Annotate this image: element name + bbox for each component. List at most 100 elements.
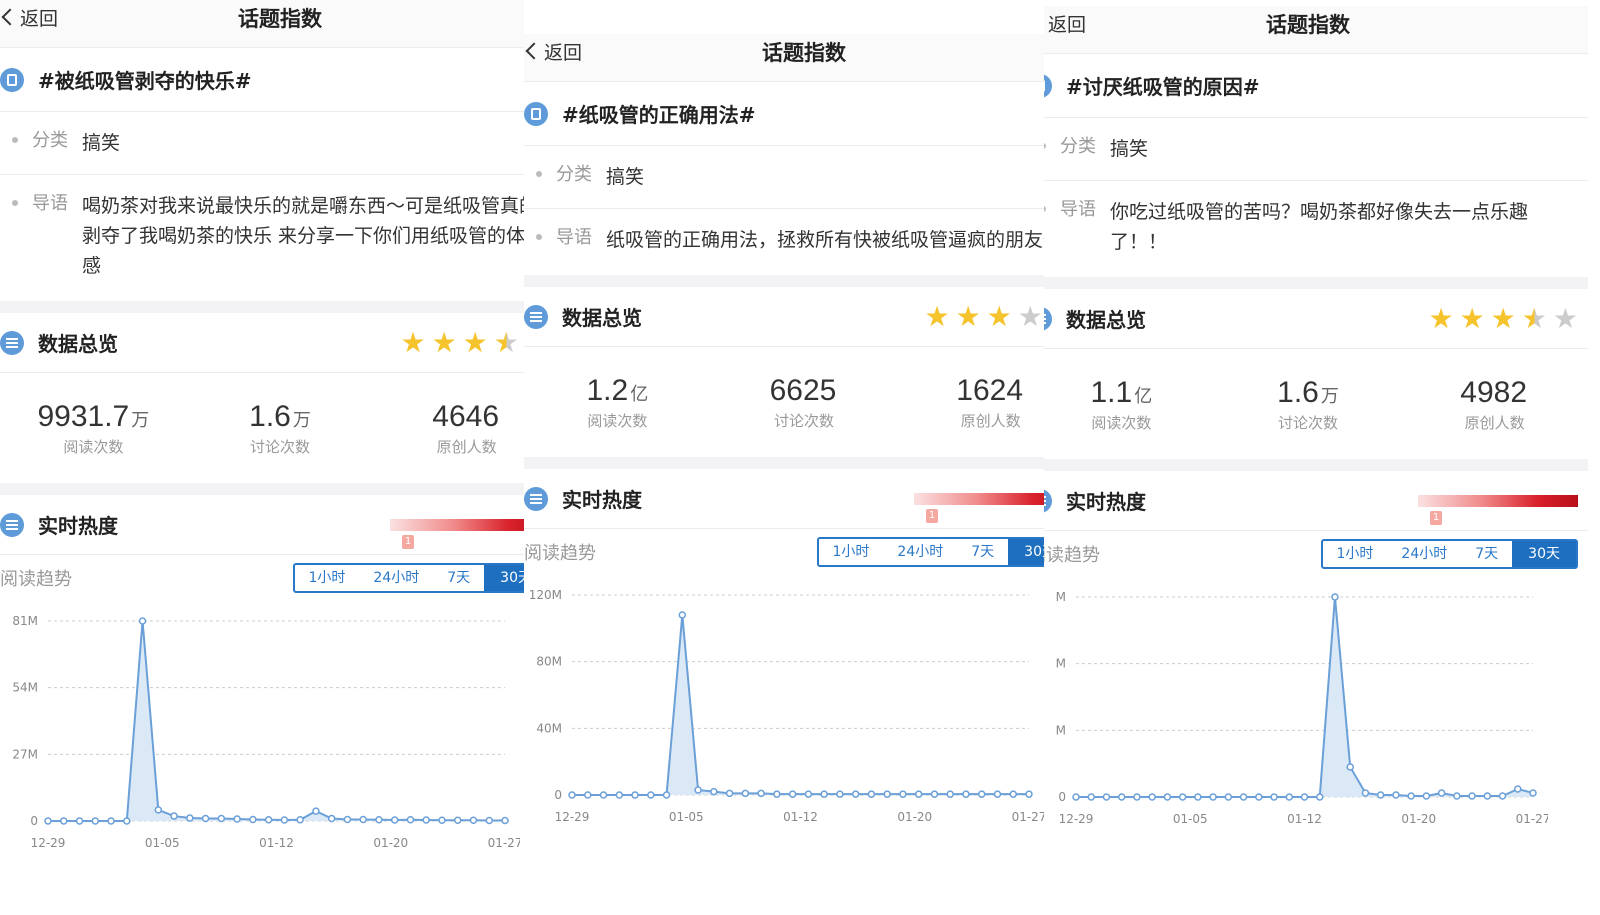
data-point — [312, 807, 320, 815]
panel-2: 返回 话题指数 #纸吸管的正确用法# 分类 搞笑 导语 纸吸管的正确用法，拯救所… — [524, 0, 1044, 915]
tab-range[interactable]: 30天 — [1512, 541, 1576, 567]
x-tick-label: 01-05 — [145, 836, 180, 850]
data-point — [501, 816, 509, 825]
data-point — [1315, 793, 1324, 801]
data-point — [296, 816, 304, 824]
section-gap — [1044, 277, 1588, 289]
category-value: 搞笑 — [1110, 138, 1149, 160]
bullet-icon — [1044, 143, 1046, 149]
nav-bar: 返回 话题指数 — [0, 0, 524, 48]
tab-range[interactable]: 7天 — [433, 565, 484, 591]
y-tick-label: 81M — [12, 614, 38, 628]
tab-range[interactable]: 24小时 — [359, 565, 433, 591]
stat-item: 1.6 万讨论次数 — [1215, 376, 1402, 433]
range-tabs: 1小时24小时7天30天 — [292, 563, 524, 593]
heat-marker: 1 — [402, 534, 414, 549]
data-point — [201, 814, 210, 823]
stats-row: 1.2 亿阅读次数 6625 讨论次数 1624 原创人数 — [524, 347, 1044, 457]
document-icon — [1044, 73, 1052, 98]
stat-number: 6625 — [769, 373, 837, 407]
chart-icon — [0, 512, 24, 537]
trend-chart: 0 27M 54M 81M 12-29 01-05 01-12 01-20 01-27 — [0, 601, 524, 851]
data-point — [710, 787, 718, 796]
category-label: 分类 — [556, 164, 592, 185]
y-tick-label: 80M — [536, 655, 562, 669]
data-point — [123, 817, 131, 825]
section-gap — [524, 457, 1044, 469]
heat-gauge: 1 — [914, 492, 1044, 523]
stat-label: 原创人数 — [436, 437, 497, 456]
series-area — [1076, 597, 1533, 797]
data-point — [154, 806, 163, 814]
data-point — [1422, 792, 1431, 800]
tab-range[interactable]: 30天 — [1008, 539, 1044, 565]
panel-1: 返回 话题指数 #被纸吸管剥夺的快乐# 分类 搞笑 导语 喝奶茶对我来说最快乐的… — [0, 0, 524, 915]
bullet-icon — [536, 234, 542, 240]
page-title: 话题指数 — [762, 41, 846, 65]
y-tick-label: 40M — [536, 721, 562, 735]
data-point — [599, 791, 608, 799]
data-point — [280, 816, 289, 824]
tab-range[interactable]: 7天 — [957, 539, 1008, 565]
data-point — [390, 816, 399, 824]
data-point — [1148, 793, 1156, 801]
stat-label: 阅读次数 — [587, 411, 648, 430]
overview-header: 数据总览 ★★★★★ — [0, 313, 524, 373]
tab-range[interactable]: 24小时 — [1387, 541, 1461, 567]
intro-row: 导语 喝奶茶对我来说最快乐的就是嚼东西～可是纸吸管真的剥夺了我喝奶茶的快乐 来分… — [0, 175, 524, 301]
overview-header: 数据总览 ★★★★★ — [524, 287, 1044, 347]
intro-label: 导语 — [556, 227, 592, 248]
tab-range[interactable]: 1小时 — [1323, 541, 1388, 567]
topic-title: #被纸吸管剥夺的快乐# — [38, 69, 252, 93]
data-point — [138, 617, 147, 625]
intro-row: 导语 你吃过纸吸管的苦吗？喝奶茶都好像失去一点乐趣了！！ — [1044, 181, 1588, 277]
data-point — [264, 816, 273, 824]
chart-icon — [1044, 488, 1052, 513]
stat-number: 1.6 — [249, 399, 291, 433]
range-tabs: 1小时24小时7天30天 — [816, 537, 1044, 567]
star-icon: ★ — [955, 299, 981, 333]
stat-number: 1.6 — [1277, 375, 1319, 409]
tab-range[interactable]: 1小时 — [295, 565, 360, 591]
star-icon: ★ — [924, 299, 950, 333]
nav-bar: 返回 话题指数 — [524, 34, 1044, 82]
data-point — [1407, 792, 1415, 800]
data-point — [867, 790, 876, 798]
data-point — [1346, 763, 1354, 771]
data-point — [422, 816, 430, 824]
tab-range[interactable]: 1小时 — [819, 539, 884, 565]
data-point — [804, 790, 813, 798]
heat-header: 实时热度 1 — [0, 495, 524, 555]
stat-item: 4646 原创人数 — [373, 400, 524, 457]
star-icon: ★ — [1428, 301, 1454, 335]
stat-item: 1.1 亿阅读次数 — [1044, 376, 1215, 433]
rating-stars: ★★★★★ — [1428, 301, 1578, 335]
stat-item: 1624 原创人数 — [897, 374, 1044, 431]
data-point — [170, 812, 178, 820]
trend-label: 阅读趋势 — [0, 569, 72, 590]
intro-row: 导语 纸吸管的正确用法，拯救所有快被纸吸管逼疯的朋友们! — [524, 209, 1044, 275]
x-tick-label: 01-27 — [1516, 812, 1548, 826]
tab-range[interactable]: 24小时 — [883, 539, 957, 565]
overview-header: 数据总览 ★★★★★ — [1044, 289, 1588, 349]
data-point — [647, 791, 655, 799]
category-value: 搞笑 — [82, 132, 121, 154]
data-point — [75, 817, 84, 825]
x-tick-label: 12-29 — [555, 810, 590, 824]
x-tick-label: 01-12 — [783, 810, 818, 824]
screenshot-collage: 返回 话题指数 #被纸吸管剥夺的快乐# 分类 搞笑 导语 喝奶茶对我来说最快乐的… — [0, 0, 1600, 915]
star-icon: ★ — [400, 325, 426, 359]
tab-range[interactable]: 7天 — [1461, 541, 1512, 567]
topic-row: #讨厌纸吸管的原因# — [1044, 54, 1588, 118]
data-point — [836, 790, 844, 798]
panel-3: 返回 话题指数 #讨厌纸吸管的原因# 分类 搞笑 导语 你吃过纸吸管的苦吗？喝奶… — [1044, 0, 1600, 915]
trend-row: 阅读趋势 1小时24小时7天30天 — [524, 529, 1044, 575]
data-point — [453, 816, 462, 825]
topic-title: #纸吸管的正确用法# — [562, 103, 756, 127]
tab-range[interactable]: 30天 — [484, 565, 524, 591]
data-point — [993, 790, 1002, 798]
data-point — [91, 817, 100, 825]
rating-stars: ★★★★★ — [924, 299, 1044, 333]
intro-text: 喝奶茶对我来说最快乐的就是嚼东西～可是纸吸管真的剥夺了我喝奶茶的快乐 来分享一下… — [82, 195, 524, 277]
data-point — [217, 814, 226, 823]
